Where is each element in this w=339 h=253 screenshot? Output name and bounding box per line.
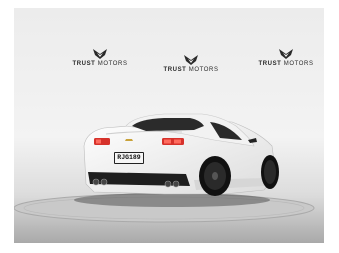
rear-wheel (199, 156, 231, 196)
car-shadow (74, 193, 270, 207)
exhaust-tip (92, 178, 100, 186)
bowtie-emblem-icon (125, 139, 133, 141)
exhaust-tip (100, 178, 108, 186)
car-scene (14, 113, 324, 243)
front-wheel (261, 155, 279, 189)
car-photo: TRUST MOTORS TRUST MOTORS TRUST MOTORS R… (14, 8, 324, 243)
exhaust-tip (164, 180, 172, 188)
license-plate: RJG189 (114, 152, 144, 164)
exhaust-tip (172, 180, 180, 188)
